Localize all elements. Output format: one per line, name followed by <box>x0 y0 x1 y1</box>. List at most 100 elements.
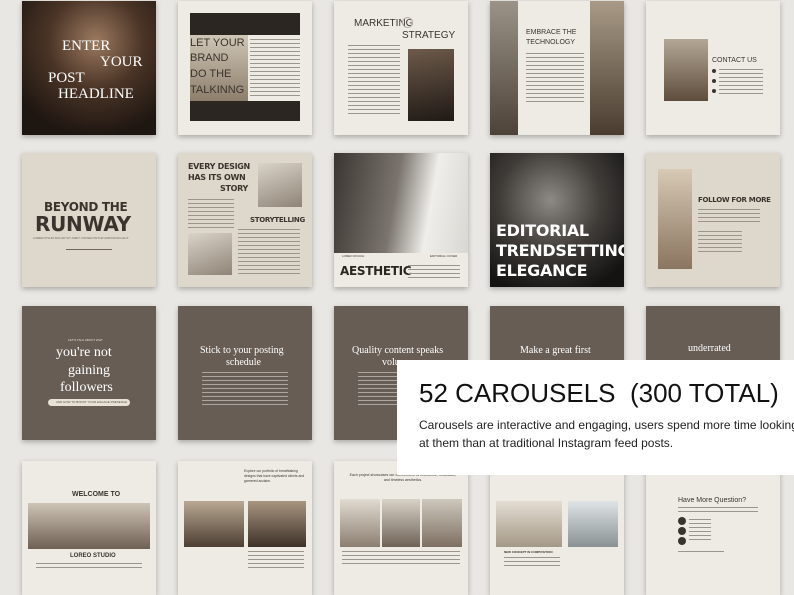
tile-explore-portfolio: Explore our portfolio of breathtaking de… <box>178 461 312 595</box>
instagram-icon <box>678 527 686 535</box>
schedule-line-2: schedule <box>226 357 261 368</box>
cover-tag: EDITORIAL COVER <box>430 254 458 258</box>
interior-photo-3 <box>422 499 462 547</box>
brand-line-4: TALKINNG <box>190 84 245 96</box>
follow-text <box>698 209 760 223</box>
interior-photo-right <box>248 501 306 547</box>
location-icon <box>712 89 716 93</box>
headline-line-1: ENTER <box>62 38 111 54</box>
editorial-line-2: TRENDSETTING <box>496 241 624 260</box>
interior-photo-1 <box>340 499 380 547</box>
tile-new-concept: NEW CONCEPT IN COMPOSITION <box>490 461 624 595</box>
story-line-2: HAS ITS OWN <box>188 173 246 182</box>
body-text <box>36 563 142 569</box>
impression-line-1: Make a great first <box>520 345 591 356</box>
strategy-line: STRATEGY <box>402 30 456 41</box>
contact-title: CONTACT US <box>712 57 757 64</box>
body-text <box>504 557 560 569</box>
cover-text <box>408 265 460 279</box>
concept-caption: NEW CONCEPT IN COMPOSITION <box>504 550 553 554</box>
underrated-line: underrated <box>688 343 731 354</box>
email-icon <box>678 537 686 545</box>
model-photo <box>408 49 454 121</box>
story-line-3: STORY <box>220 184 249 193</box>
dark-band <box>190 101 300 121</box>
tile-let-your-brand: LET YOUR BRAND DO THE TALKINNG <box>178 1 312 135</box>
body-text <box>202 372 288 406</box>
body-text-left <box>188 199 234 229</box>
website <box>678 551 724 554</box>
building-photo <box>664 39 708 101</box>
callout-heading: 52 CAROUSELS (300 TOTAL) <box>419 378 779 408</box>
tile-embrace-technology: EMBRACE THE TECHNOLOGY <box>490 1 624 135</box>
tile-welcome-loreo-studio: WELCOME TO LOREO STUDIO <box>22 461 156 595</box>
tile-contact-us: CONTACT US <box>646 1 780 135</box>
email-icon <box>712 79 716 83</box>
building-photo-right <box>590 1 624 135</box>
headline-line-3: POST <box>48 70 85 86</box>
embrace-line-1: EMBRACE THE <box>526 29 577 36</box>
body-text-block <box>526 53 584 103</box>
studio-brand: LOREO STUDIO <box>70 553 116 559</box>
brand-line-3: DO THE <box>190 68 232 80</box>
runway-sub: LOREM IPSUM DOLOR SIT AMET CONSECTETUR A… <box>33 236 129 240</box>
brand-line-1: LET YOUR <box>190 37 245 49</box>
facebook-icon <box>678 517 686 525</box>
quality-line-1: Quality content speaks <box>352 345 444 356</box>
callout-body-line-1: Carousels are interactive and engaging, … <box>419 418 794 432</box>
model-photo <box>658 169 692 269</box>
model-photo-top <box>258 163 302 207</box>
runway-line-2: RUNWAY <box>35 212 131 236</box>
headline-line-4: HEADLINE <box>58 86 134 102</box>
tile-aesthetic-cover: LOREO ROUCH EDITORIAL COVER AESTHETIC <box>334 153 468 287</box>
info-callout: 52 CAROUSELS (300 TOTAL) Carousels are i… <box>397 360 794 475</box>
arch-photo-top <box>190 13 300 35</box>
storytelling-label: STORYTELLING <box>250 216 305 224</box>
followers-line-3: followers <box>60 380 113 395</box>
tile-beyond-the-runway: BEYOND THE RUNWAY LOREM IPSUM DOLOR SIT … <box>22 153 156 287</box>
interior-photo <box>28 503 150 549</box>
contact-details <box>719 69 763 95</box>
building-photo-left <box>490 1 518 135</box>
social-handles <box>689 519 711 543</box>
tile-follow-for-more: FOLLOW FOR MORE <box>646 153 780 287</box>
question-text <box>678 507 758 513</box>
tile-marketing-strategy: MARKETING STRATEGY <box>334 1 468 135</box>
body-text-block <box>250 39 300 97</box>
question-title: Have More Question? <box>678 497 747 504</box>
cover-brand: LOREO ROUCH <box>342 254 365 258</box>
aesthetic-title: AESTHETIC <box>340 264 412 278</box>
tile-enter-your-post-headline: ENTER YOUR POST HEADLINE <box>22 1 156 135</box>
schedule-line-1: Stick to your posting <box>200 345 284 356</box>
phone-icon <box>712 69 716 73</box>
circle-ornament <box>402 17 413 28</box>
editorial-line-3: ELEGANCE <box>496 261 588 280</box>
model-photo <box>334 153 468 253</box>
story-line-1: EVERY DESIGN <box>188 162 250 171</box>
followers-line-1: you're not <box>56 345 112 360</box>
portfolio-heading: Explore our portfolio of breathtaking de… <box>244 469 305 483</box>
body-text <box>342 551 460 565</box>
interior-photo-left <box>184 501 244 547</box>
tile-have-more-question: Have More Question? <box>646 461 780 595</box>
interior-photo-2 <box>382 499 420 547</box>
pill-text: AND HOW TO BOOST YOUR ENGAGE PRESENCE <box>56 400 128 404</box>
headline-line-2: YOUR <box>100 54 143 70</box>
tile-each-project: Each project showcases our commitment to… <box>334 461 468 595</box>
body-text-block <box>348 45 400 115</box>
sculpture-photo <box>496 501 562 547</box>
tile-every-design-story: EVERY DESIGN HAS ITS OWN STORY STORYTELL… <box>178 153 312 287</box>
window-photo <box>568 501 618 547</box>
model-photo-bottom <box>188 233 232 275</box>
arrow-line <box>66 249 112 250</box>
follow-title: FOLLOW FOR MORE <box>698 196 771 204</box>
followers-line-2: gaining <box>68 363 110 378</box>
kicker: LET'S TALK ABOUT WHY <box>68 338 103 342</box>
tile-editorial-trendsetting: EDITORIAL TRENDSETTING ELEGANCE <box>490 153 624 287</box>
tile-posting-schedule: Stick to your posting schedule <box>178 306 312 440</box>
welcome-title: WELCOME TO <box>72 491 121 498</box>
tile-not-gaining-followers: LET'S TALK ABOUT WHY you're not gaining … <box>22 306 156 440</box>
callout-body-line-2: at them than at traditional Instagram fe… <box>419 436 674 450</box>
embrace-line-2: TECHNOLOGY <box>526 39 576 46</box>
body-text <box>248 551 304 571</box>
